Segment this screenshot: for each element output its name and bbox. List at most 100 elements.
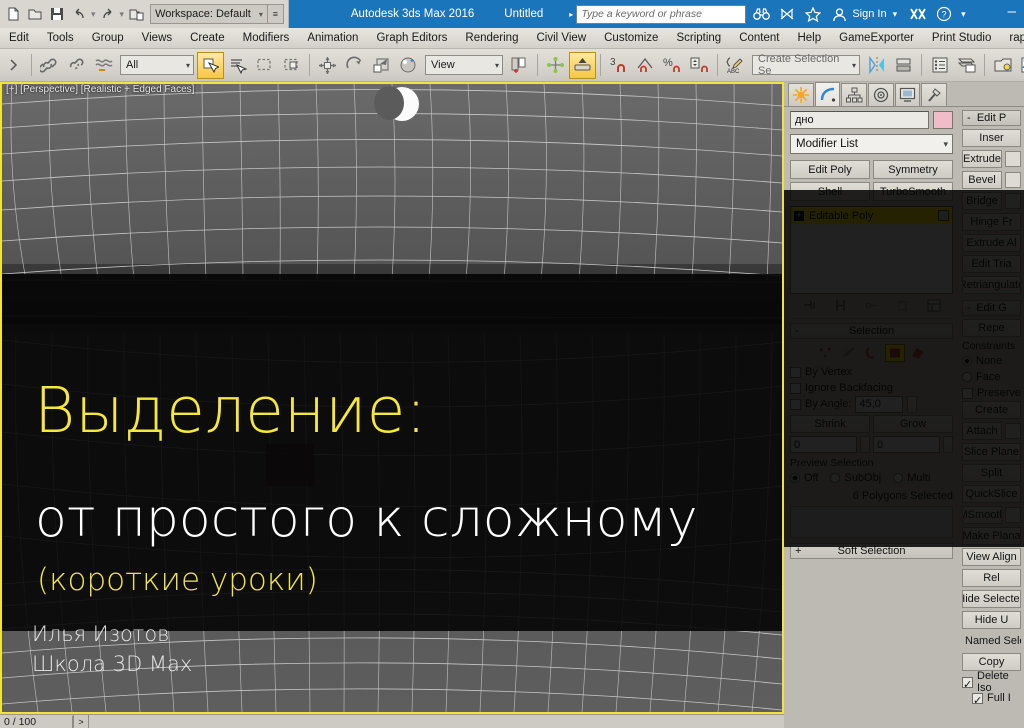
menu-item-graph-editors[interactable]: Graph Editors	[367, 28, 456, 48]
edit-named-selection-icon[interactable]: ABC	[722, 52, 749, 79]
extrude-along-spline-button[interactable]: Extrude Al	[962, 234, 1021, 252]
undo-icon[interactable]	[68, 3, 90, 25]
by-angle-row[interactable]: By Angle: 45,0	[790, 395, 953, 413]
grow-button[interactable]: Grow	[873, 415, 953, 433]
repeat-last-button[interactable]: Repe	[962, 319, 1021, 337]
constraint-face-row[interactable]: Face	[962, 369, 1021, 385]
soft-selection-rollout-header[interactable]: + Soft Selection	[790, 543, 953, 559]
perspective-viewport[interactable]: [+] [Perspective] [Realistic + Edged Fac…	[0, 82, 784, 714]
slice-plane-button[interactable]: Slice Plane	[962, 443, 1021, 461]
ring-value[interactable]: 0	[790, 436, 857, 453]
project-folder-icon[interactable]	[125, 3, 147, 25]
menu-item-rapidtools[interactable]: rapidTools	[1000, 28, 1024, 48]
selection-rollout-header[interactable]: - Selection	[790, 323, 953, 339]
constraint-face-radio[interactable]	[962, 372, 972, 382]
edge-icon[interactable]	[839, 344, 859, 362]
preserve-uvs-checkbox[interactable]	[962, 387, 973, 399]
workspace-selector[interactable]: Workspace: Default ▾	[150, 4, 268, 24]
reference-coordinate-dropdown[interactable]: View ▾	[425, 55, 503, 75]
create-tab[interactable]	[788, 83, 814, 106]
help-dropdown-icon[interactable]: ▾	[961, 9, 966, 20]
attach-button[interactable]: Attach	[962, 422, 1002, 440]
mirror-icon[interactable]	[863, 52, 890, 79]
insert-button[interactable]: Inser	[962, 129, 1021, 147]
binoculars-icon[interactable]	[750, 3, 772, 25]
select-link-icon[interactable]	[36, 52, 63, 79]
object-color-swatch[interactable]	[933, 111, 953, 129]
extrude-settings-icon[interactable]	[1005, 151, 1021, 167]
help-icon[interactable]: ?	[933, 3, 955, 25]
save-icon[interactable]	[46, 3, 68, 25]
turbosmooth-button[interactable]: TurboSmooth	[873, 182, 953, 201]
search-input[interactable]: Type a keyword or phrase	[576, 4, 747, 24]
display-tab[interactable]	[894, 83, 921, 106]
create-button[interactable]: Create	[962, 401, 1021, 419]
loop-value[interactable]: 0	[873, 436, 940, 453]
by-angle-checkbox[interactable]	[790, 398, 801, 410]
ring-spinner[interactable]	[860, 436, 870, 453]
symmetry-button[interactable]: Symmetry	[873, 160, 953, 179]
star-icon[interactable]	[802, 3, 824, 25]
ignore-backfacing-checkbox[interactable]	[790, 382, 801, 394]
select-object-icon[interactable]	[197, 51, 224, 79]
constraint-none-row[interactable]: None	[962, 353, 1021, 369]
render-setup-icon[interactable]	[1016, 52, 1024, 79]
menu-item-rendering[interactable]: Rendering	[456, 28, 527, 48]
layer-manager-icon[interactable]	[926, 52, 953, 79]
named-selection-sets-dropdown[interactable]: Create Selection Se ▾	[752, 53, 860, 77]
configure-sets-icon[interactable]	[926, 297, 942, 313]
minimize-button[interactable]: –	[1008, 3, 1016, 20]
render-gallery-icon[interactable]	[776, 3, 798, 25]
make-planar-button[interactable]: Make Plana	[962, 527, 1021, 545]
stack-item-editable-poly[interactable]: + Editable Poly	[791, 207, 952, 224]
border-icon[interactable]	[862, 344, 882, 362]
collapse-minus-icon[interactable]: -	[967, 302, 971, 314]
bevel-settings-icon[interactable]	[1005, 172, 1021, 188]
remove-modifier-icon[interactable]	[895, 297, 911, 313]
curve-editor-icon[interactable]	[953, 52, 980, 79]
extrude-button[interactable]: Extrude	[962, 150, 1002, 168]
menu-item-scripting[interactable]: Scripting	[667, 28, 730, 48]
quickslice-button[interactable]: QuickSlice	[962, 485, 1021, 503]
autodesk-exchange-icon[interactable]	[907, 3, 929, 25]
hinge-from-edge-button[interactable]: Hinge Fr	[962, 213, 1021, 231]
vertex-icon[interactable]	[816, 344, 836, 362]
percent-snap-icon[interactable]: %	[659, 52, 686, 79]
sign-in-dropdown-icon[interactable]: ▾	[893, 9, 898, 20]
stack-item-toggle-icon[interactable]	[938, 210, 949, 221]
menu-item-modifiers[interactable]: Modifiers	[234, 28, 299, 48]
menu-item-create[interactable]: Create	[181, 28, 234, 48]
edit-triangulation-button[interactable]: Edit Tria	[962, 255, 1021, 273]
utilities-tab[interactable]	[921, 83, 948, 106]
full-interactivity-checkbox[interactable]: ✓	[972, 692, 983, 707]
relax-button[interactable]: Rel	[962, 569, 1021, 587]
edit-geometry-rollout-header[interactable]: - Edit G	[962, 300, 1021, 316]
menu-item-tools[interactable]: Tools	[38, 28, 83, 48]
undo-arrow-icon[interactable]	[0, 52, 27, 79]
constraint-none-radio[interactable]	[962, 356, 972, 366]
preview-off-radio[interactable]	[790, 473, 800, 483]
menu-item-views[interactable]: Views	[133, 28, 181, 48]
select-and-rotate-icon[interactable]	[341, 52, 368, 79]
workspace-menu-button[interactable]: ≡	[267, 4, 284, 24]
bridge-settings-icon[interactable]	[1005, 193, 1021, 209]
user-icon[interactable]	[828, 3, 850, 25]
select-and-scale-icon[interactable]	[368, 52, 395, 79]
collapse-minus-icon[interactable]: -	[967, 112, 971, 124]
snap-3-icon[interactable]: 3	[605, 52, 632, 79]
menu-item-print-studio[interactable]: Print Studio	[923, 28, 1000, 48]
msmooth-button[interactable]: MSmooth	[962, 506, 1002, 524]
modify-tab[interactable]	[814, 82, 841, 106]
collapse-minus-icon[interactable]: -	[795, 325, 799, 337]
select-and-place-icon[interactable]	[395, 52, 422, 79]
msmooth-settings-icon[interactable]	[1005, 507, 1021, 523]
use-center-icon[interactable]	[506, 52, 533, 79]
spinner-snap-icon[interactable]	[686, 52, 713, 79]
expand-plus-icon[interactable]: +	[794, 210, 804, 221]
motion-tab[interactable]	[868, 83, 894, 106]
align-icon[interactable]	[890, 52, 917, 79]
modifier-list-dropdown[interactable]: Modifier List ▾	[790, 134, 953, 154]
snap-toggle-icon[interactable]	[569, 51, 596, 79]
retriangulate-button[interactable]: Retriangulate	[962, 276, 1021, 294]
sign-in-button[interactable]: Sign In	[852, 8, 886, 20]
